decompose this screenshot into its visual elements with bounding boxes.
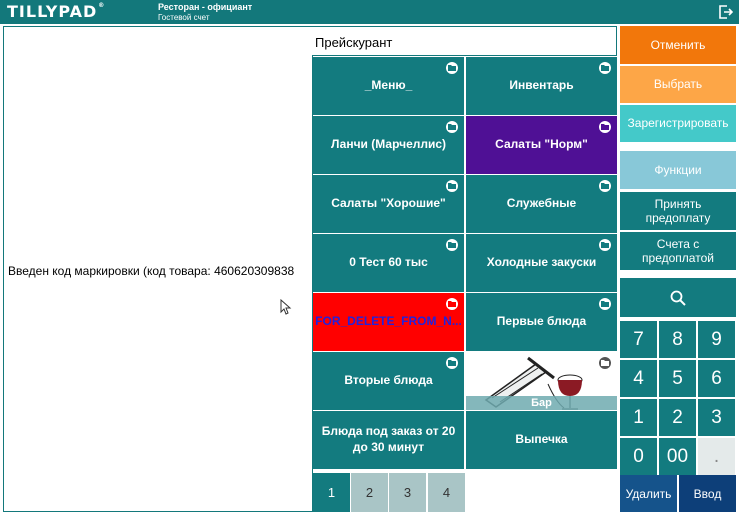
key-9[interactable]: 9 — [698, 321, 735, 358]
folder-icon — [599, 298, 611, 310]
search-button[interactable] — [620, 278, 736, 317]
key-0[interactable]: 0 — [620, 438, 657, 475]
tile-salads-norm[interactable]: Салаты "Норм" — [466, 116, 617, 174]
page-button-4[interactable]: 4 — [428, 473, 465, 512]
folder-icon — [446, 298, 458, 310]
key-5[interactable]: 5 — [659, 360, 696, 397]
key-1[interactable]: 1 — [620, 399, 657, 436]
key-decimal[interactable]: . — [698, 438, 735, 475]
tile-test-60k[interactable]: 0 Тест 60 тыс — [313, 234, 464, 292]
price-list-header: Прейскурант — [312, 26, 617, 56]
key-8[interactable]: 8 — [659, 321, 696, 358]
key-3[interactable]: 3 — [698, 399, 735, 436]
folder-icon — [599, 180, 611, 192]
folder-icon — [599, 357, 611, 369]
register-button[interactable]: Зарегистрировать — [620, 105, 736, 142]
tile-inventory[interactable]: Инвентарь — [466, 57, 617, 115]
mouse-cursor-icon — [280, 299, 292, 315]
page-button-3[interactable]: 3 — [389, 473, 426, 512]
page-subtitle: Гостевой счет — [158, 13, 210, 22]
tile-first-courses[interactable]: Первые блюда — [466, 293, 617, 351]
folder-icon — [446, 180, 458, 192]
key-6[interactable]: 6 — [698, 360, 735, 397]
folder-icon — [446, 357, 458, 369]
marking-code-message: Введен код маркировки (код товара: 46062… — [8, 264, 295, 278]
accept-prepayment-button[interactable]: Принять предоплату — [620, 192, 736, 230]
app-logo: TILLYPAD® — [7, 2, 106, 21]
page-button-1[interactable]: 1 — [313, 473, 350, 512]
page-title: Ресторан - официант — [158, 2, 253, 12]
tile-service[interactable]: Служебные — [466, 175, 617, 233]
folder-icon — [446, 62, 458, 74]
tile-bar[interactable]: Бар — [466, 352, 617, 410]
tile-menu[interactable]: _Меню_ — [313, 57, 464, 115]
tile-pastry[interactable]: Выпечка — [466, 411, 617, 469]
key-7[interactable]: 7 — [620, 321, 657, 358]
delete-button[interactable]: Удалить — [620, 475, 677, 512]
tile-second-courses[interactable]: Вторые блюда — [313, 352, 464, 410]
folder-icon — [446, 121, 458, 133]
logout-icon[interactable] — [719, 5, 733, 19]
key-00[interactable]: 00 — [659, 438, 696, 475]
tile-salads-good[interactable]: Салаты "Хорошие" — [313, 175, 464, 233]
price-list-title: Прейскурант — [315, 35, 393, 50]
cancel-button[interactable]: Отменить — [620, 26, 736, 64]
key-4[interactable]: 4 — [620, 360, 657, 397]
functions-button[interactable]: Функции — [620, 151, 736, 189]
tile-bar-label: Бар — [466, 396, 617, 410]
enter-button[interactable]: Ввод — [679, 475, 736, 512]
tile-lunches[interactable]: Ланчи (Марчеллис) — [313, 116, 464, 174]
prepaid-bills-button[interactable]: Счета с предоплатой — [620, 232, 736, 270]
app-header: TILLYPAD® Ресторан - официант Гостевой с… — [0, 0, 739, 24]
folder-icon — [599, 62, 611, 74]
tile-cold-snacks[interactable]: Холодные закуски — [466, 234, 617, 292]
order-panel[interactable]: Введен код маркировки (код товара: 46062… — [3, 26, 313, 512]
folder-icon — [446, 239, 458, 251]
tile-order-dishes[interactable]: Блюда под заказ от 20 до 30 минут — [313, 411, 464, 469]
tile-for-delete[interactable]: FOR_DELETE_FROM_N... — [313, 293, 464, 351]
page-button-2[interactable]: 2 — [351, 473, 388, 512]
search-icon — [670, 290, 686, 306]
folder-icon — [599, 239, 611, 251]
key-2[interactable]: 2 — [659, 399, 696, 436]
folder-icon — [599, 121, 611, 133]
select-button[interactable]: Выбрать — [620, 66, 736, 103]
